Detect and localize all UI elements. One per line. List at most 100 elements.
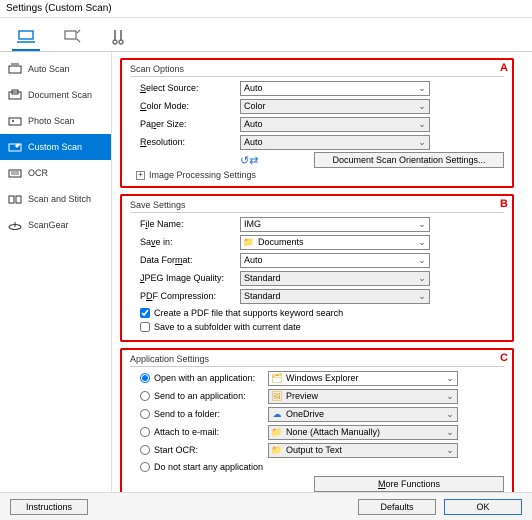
save-in-combo[interactable]: 📁Documents⌄	[240, 235, 430, 250]
ok-button[interactable]: OK	[444, 499, 522, 515]
sidebar-item-label: Scan and Stitch	[28, 194, 91, 204]
section-tag-b: B	[500, 198, 508, 210]
chevron-down-icon: ⌄	[416, 82, 428, 95]
more-functions-button[interactable]: More Functions	[314, 476, 504, 492]
tab-scan-from-computer[interactable]	[12, 25, 40, 51]
jpeg-quality-label: JPEG Image Quality:	[130, 273, 240, 283]
section-application-settings: C Application Settings Open with an appl…	[120, 348, 514, 492]
chevron-down-icon: ⌄	[416, 254, 428, 267]
refresh-icon[interactable]: ↺⇄	[240, 154, 258, 167]
window-title: Settings (Custom Scan)	[6, 3, 112, 14]
tab-scan-from-panel[interactable]	[58, 25, 86, 51]
sidebar-item-custom-scan[interactable]: Custom Scan	[0, 134, 111, 160]
explorer-icon: 🗂	[272, 373, 282, 383]
save-in-label: Save in:	[130, 237, 240, 247]
defaults-button[interactable]: Defaults	[358, 499, 436, 515]
section-tag-a: A	[500, 62, 508, 74]
chevron-down-icon: ⌄	[416, 236, 428, 249]
photo-scan-icon	[8, 114, 22, 128]
folder-icon: 📁	[272, 427, 282, 437]
section-tag-c: C	[500, 352, 508, 364]
image-processing-expander[interactable]: + Image Processing Settings	[136, 170, 504, 180]
resolution-combo[interactable]: Auto⌄	[240, 135, 430, 150]
send-to-app-combo[interactable]: 🖼Preview⌄	[268, 389, 458, 404]
color-mode-label: Color Mode:	[130, 101, 240, 111]
sidebar-item-label: Photo Scan	[28, 116, 75, 126]
keyword-pdf-input[interactable]	[140, 308, 150, 318]
attach-email-combo[interactable]: 📁None (Attach Manually)⌄	[268, 425, 458, 440]
main-panel: A Scan Options Select Source: Auto⌄ Colo…	[112, 52, 532, 492]
section-save-settings: B Save Settings File Name: IMG⌄ Save in:…	[120, 194, 514, 342]
chevron-down-icon: ⌄	[416, 136, 428, 149]
ocr-icon	[8, 166, 22, 180]
send-to-folder-combo[interactable]: ☁OneDrive⌄	[268, 407, 458, 422]
chevron-down-icon: ⌄	[444, 408, 456, 421]
preview-icon: 🖼	[272, 391, 282, 401]
document-scan-icon	[8, 88, 22, 102]
subfolder-checkbox[interactable]: Save to a subfolder with current date	[140, 320, 504, 334]
file-name-combo[interactable]: IMG⌄	[240, 217, 430, 232]
chevron-down-icon: ⌄	[444, 372, 456, 385]
subfolder-input[interactable]	[140, 322, 150, 332]
top-toolbar	[0, 18, 532, 52]
sidebar-item-label: OCR	[28, 168, 48, 178]
do-not-start-radio[interactable]: Do not start any application	[140, 460, 504, 474]
scangear-icon	[8, 218, 22, 232]
tab-preferences[interactable]	[104, 25, 132, 51]
send-to-app-radio[interactable]: Send to an application:	[140, 389, 268, 403]
pdf-compression-label: PDF Compression:	[130, 291, 240, 301]
paper-size-label: Paper Size:	[130, 119, 240, 129]
section-scan-options: A Scan Options Select Source: Auto⌄ Colo…	[120, 58, 514, 188]
sidebar-item-label: Document Scan	[28, 90, 92, 100]
data-format-label: Data Format:	[130, 255, 240, 265]
sidebar: Auto Scan Document Scan Photo Scan Custo…	[0, 52, 112, 492]
jpeg-quality-combo[interactable]: Standard⌄	[240, 271, 430, 286]
chevron-down-icon: ⌄	[444, 390, 456, 403]
stitch-icon	[8, 192, 22, 206]
sidebar-item-scan-and-stitch[interactable]: Scan and Stitch	[0, 186, 111, 212]
instructions-button[interactable]: Instructions	[10, 499, 88, 515]
application-settings-title: Application Settings	[130, 354, 504, 367]
sidebar-item-auto-scan[interactable]: Auto Scan	[0, 56, 111, 82]
color-mode-combo[interactable]: Color⌄	[240, 99, 430, 114]
sidebar-item-document-scan[interactable]: Document Scan	[0, 82, 111, 108]
open-with-app-radio[interactable]: Open with an application:	[140, 371, 268, 385]
send-to-folder-radio[interactable]: Send to a folder:	[140, 407, 268, 421]
chevron-down-icon: ⌄	[444, 426, 456, 439]
open-with-app-combo[interactable]: 🗂Windows Explorer⌄	[268, 371, 458, 386]
chevron-down-icon: ⌄	[416, 218, 428, 231]
sidebar-item-label: Auto Scan	[28, 64, 70, 74]
keyword-pdf-checkbox[interactable]: Create a PDF file that supports keyword …	[140, 306, 504, 320]
sidebar-item-label: ScanGear	[28, 220, 69, 230]
paper-size-combo[interactable]: Auto⌄	[240, 117, 430, 132]
auto-scan-icon	[8, 62, 22, 76]
onedrive-icon: ☁	[272, 409, 282, 419]
data-format-combo[interactable]: Auto⌄	[240, 253, 430, 268]
start-ocr-combo[interactable]: 📁Output to Text⌄	[268, 443, 458, 458]
chevron-down-icon: ⌄	[444, 444, 456, 457]
resolution-label: Resolution:	[130, 137, 240, 147]
plus-icon: +	[136, 171, 145, 180]
file-name-label: File Name:	[130, 219, 240, 229]
custom-scan-icon	[8, 140, 22, 154]
window-titlebar: Settings (Custom Scan)	[0, 0, 532, 18]
scan-options-title: Scan Options	[130, 64, 504, 77]
sidebar-item-ocr[interactable]: OCR	[0, 160, 111, 186]
pdf-compression-combo[interactable]: Standard⌄	[240, 289, 430, 304]
bottom-bar: Instructions Defaults OK	[0, 492, 532, 520]
orientation-settings-button[interactable]: Document Scan Orientation Settings...	[314, 152, 504, 168]
chevron-down-icon: ⌄	[416, 100, 428, 113]
sidebar-item-label: Custom Scan	[28, 142, 82, 152]
attach-email-radio[interactable]: Attach to e-mail:	[140, 425, 268, 439]
select-source-combo[interactable]: Auto⌄	[240, 81, 430, 96]
folder-icon: 📁	[272, 445, 282, 455]
chevron-down-icon: ⌄	[416, 118, 428, 131]
chevron-down-icon: ⌄	[416, 290, 428, 303]
folder-icon: 📁	[244, 237, 254, 247]
select-source-label: Select Source:	[130, 83, 240, 93]
sidebar-item-scangear[interactable]: ScanGear	[0, 212, 111, 238]
sidebar-item-photo-scan[interactable]: Photo Scan	[0, 108, 111, 134]
start-ocr-radio[interactable]: Start OCR:	[140, 443, 268, 457]
save-settings-title: Save Settings	[130, 200, 504, 213]
chevron-down-icon: ⌄	[416, 272, 428, 285]
